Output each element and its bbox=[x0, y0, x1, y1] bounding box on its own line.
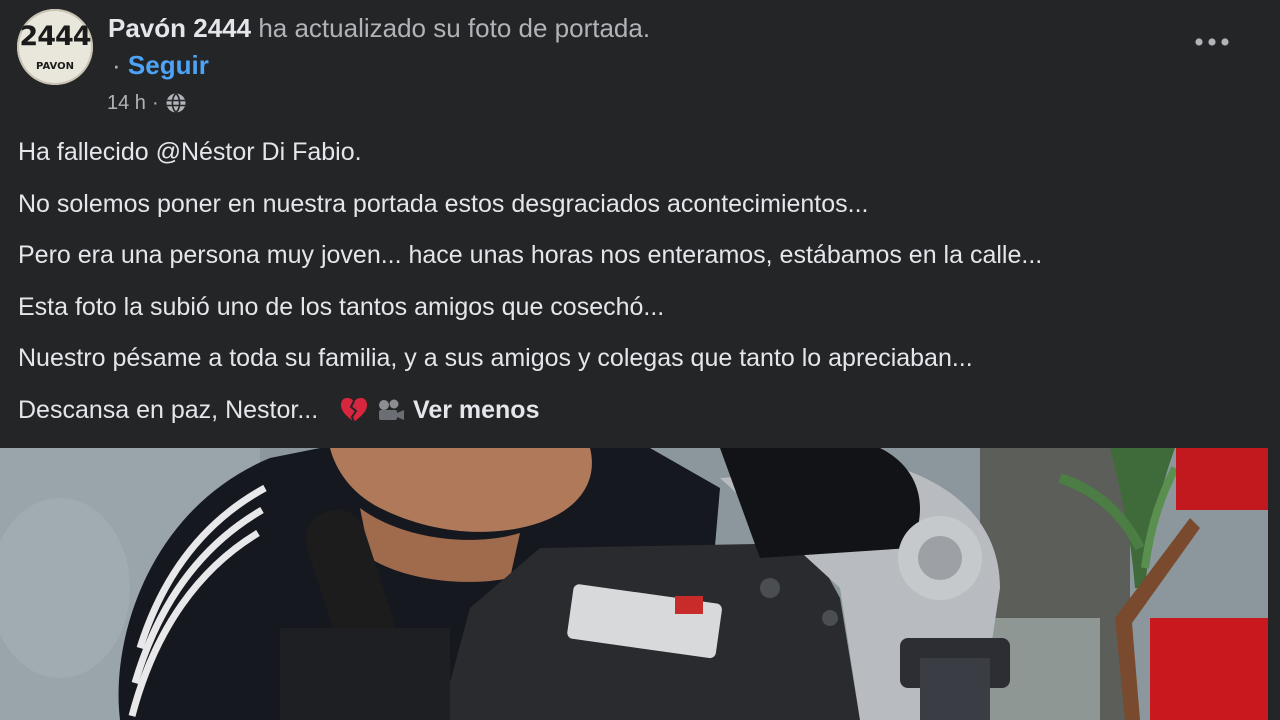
more-options-icon[interactable] bbox=[1190, 30, 1234, 54]
page-name-link[interactable]: Pavón 2444 bbox=[108, 13, 251, 43]
cover-photo[interactable] bbox=[0, 448, 1268, 720]
post-paragraph: Esta foto la subió uno de los tantos ami… bbox=[18, 292, 665, 321]
globe-icon[interactable] bbox=[165, 92, 187, 114]
post-title-line: Pavón 2444 ha actualizado su foto de por… bbox=[108, 12, 650, 44]
movie-camera-icon bbox=[376, 394, 406, 438]
post-paragraph: Nuestro pésame a toda su familia, y a su… bbox=[18, 344, 973, 373]
meta-separator: · bbox=[151, 92, 159, 114]
facebook-post: 2444 PAVON Pavón 2444 ha actualizado su … bbox=[0, 0, 1268, 720]
post-paragraph: No solemos poner en nuestra portada esto… bbox=[18, 189, 869, 218]
post-paragraph-final-text: Descansa en paz, Nestor... bbox=[18, 395, 319, 424]
post-header: 2444 PAVON Pavón 2444 ha actualizado su … bbox=[0, 0, 1268, 128]
follow-line: · Seguir bbox=[112, 49, 209, 81]
post-paragraph: Pero era una persona muy joven... hace u… bbox=[18, 241, 1043, 270]
post-paragraph: Ha fallecido @Néstor Di Fabio. bbox=[18, 138, 362, 166]
follow-button[interactable]: Seguir bbox=[128, 50, 209, 80]
post-message: Ha fallecido @Néstor Di Fabio. No solemo… bbox=[18, 130, 1248, 440]
see-less-link[interactable]: Ver menos bbox=[413, 396, 539, 424]
broken-heart-icon bbox=[339, 394, 369, 438]
separator-dot: · bbox=[112, 50, 121, 80]
post-meta: 14 h · bbox=[107, 90, 187, 116]
avatar-brand: PAVON bbox=[36, 61, 74, 72]
post-timestamp[interactable]: 14 h bbox=[107, 90, 146, 116]
post-action-text: ha actualizado su foto de portada. bbox=[258, 13, 651, 43]
page-avatar[interactable]: 2444 PAVON bbox=[17, 9, 93, 85]
avatar-number: 2444 bbox=[19, 21, 91, 52]
post-last-paragraph: Descansa en paz, Nestor... Ver menos bbox=[18, 388, 1248, 440]
